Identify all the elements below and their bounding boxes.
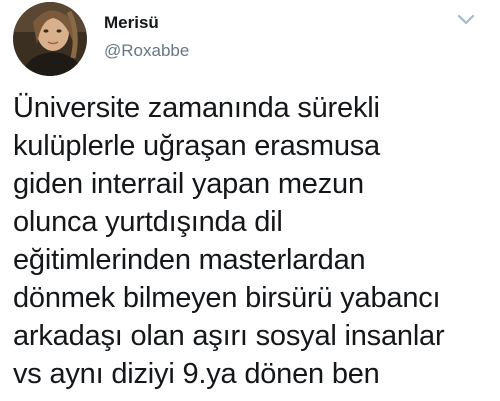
profile-photo-icon (13, 2, 87, 76)
tweet-text-line: olunca yurtdışında dil (13, 206, 283, 238)
tweet-text: Üniversite zamanında sürekli kulüplerle … (13, 89, 495, 393)
chevron-down-icon (457, 14, 475, 25)
author-display-name[interactable]: Merisü (104, 12, 159, 34)
author-handle[interactable]: @Roxabbe (104, 40, 189, 62)
tweet-text-line: vs aynı diziyi 9.ya dönen ben (13, 358, 380, 390)
tweet-text-line: Üniversite zamanında sürekli (13, 92, 380, 124)
author-avatar[interactable] (13, 2, 87, 76)
tweet-card: Merisü @Roxabbe Üniversite zamanında sür… (0, 0, 500, 401)
tweet-text-line: kulüplerle uğraşan erasmusa (13, 130, 380, 162)
tweet-text-line: eğitimlerinden masterlardan (13, 244, 366, 276)
tweet-text-line: giden interrail yapan mezun (13, 168, 364, 200)
tweet-text-line: arkadaşı olan aşırı sosyal insanlar (13, 320, 445, 352)
tweet-menu-button[interactable] (456, 12, 476, 28)
tweet-text-line: dönmek bilmeyen birsürü yabancı (13, 282, 441, 314)
